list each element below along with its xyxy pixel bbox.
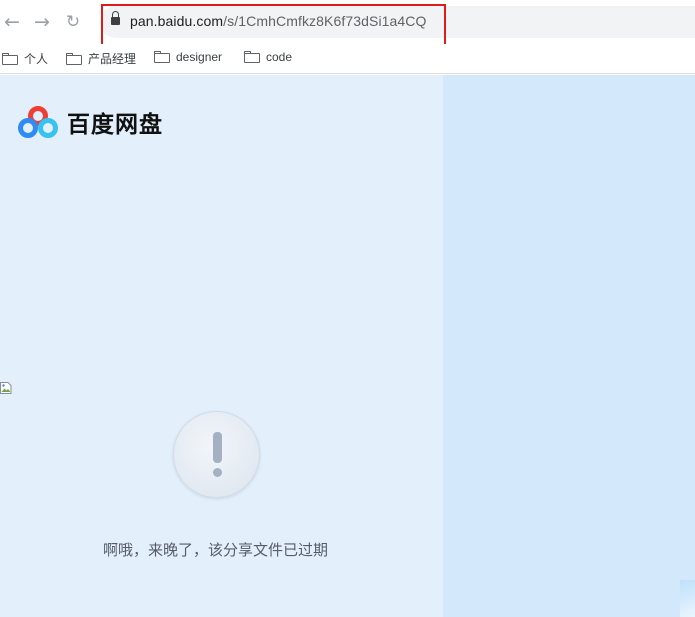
bookmark-folder[interactable]: designer [154, 50, 222, 64]
reload-icon[interactable]: ↻ [63, 12, 83, 32]
baidu-netdisk-logo-icon [18, 106, 58, 138]
bookmark-folder[interactable]: 产品经理 [66, 50, 136, 67]
bookmark-label: 产品经理 [88, 52, 137, 66]
forward-arrow-icon[interactable]: → [32, 12, 52, 32]
broken-image-icon [0, 382, 12, 394]
folder-icon [154, 51, 170, 63]
bookmark-folder[interactable]: code [244, 50, 292, 64]
right-panel [443, 75, 695, 617]
bookmarks-bar: 个人 产品经理 designer code [0, 44, 695, 74]
logo-text: 百度网盘 [67, 112, 163, 138]
bookmark-label: code [266, 50, 293, 64]
folder-icon [2, 52, 18, 65]
expired-share-message: 啊哦，来晚了，该分享文件已过期 [102, 541, 328, 559]
left-panel [0, 75, 443, 617]
browser-toolbar: ← → ↻ pan.baidu.com/s/1CmhCmfkz8K6f73dSi… [0, 0, 695, 50]
decorative-shape [680, 580, 695, 617]
exclamation-icon [173, 411, 260, 498]
back-arrow-icon[interactable]: ← [2, 12, 22, 32]
bookmark-folder[interactable]: 个人 [2, 50, 48, 67]
baidu-netdisk-logo[interactable]: 百度网盘 [17, 105, 163, 139]
folder-icon [244, 51, 260, 63]
bookmark-label: designer [176, 50, 223, 64]
bookmark-label: 个人 [24, 52, 49, 66]
folder-icon [66, 52, 82, 65]
page-content: 百度网盘 啊哦，来晚了，该分享文件已过期 [0, 75, 695, 617]
